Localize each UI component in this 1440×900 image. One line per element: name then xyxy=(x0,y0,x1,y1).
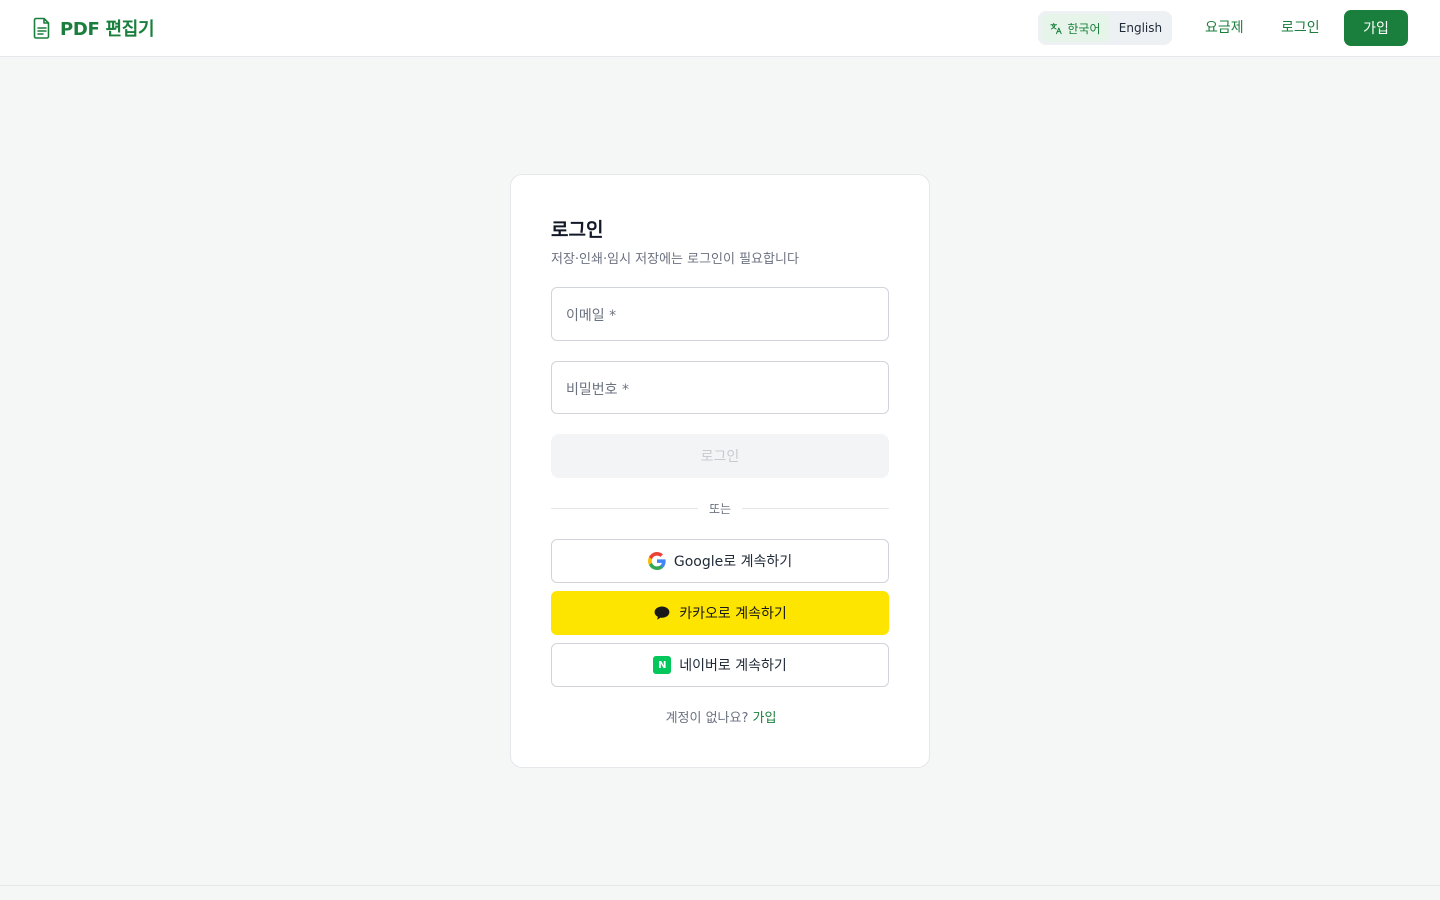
language-switcher: 한국어 English xyxy=(1038,11,1172,45)
top-navigation-bar: PDF 편집기 한국어 English 요금제 로그인 가입 xyxy=(0,0,1440,57)
google-login-label: Google로 계속하기 xyxy=(673,554,793,570)
google-icon xyxy=(647,552,666,570)
kakao-login-label: 카카오로 계속하기 xyxy=(679,606,787,622)
kakao-login-button[interactable]: 카카오로 계속하기 xyxy=(551,591,889,635)
email-field[interactable]: 이메일 * xyxy=(551,287,889,341)
kakao-speech-bubble-icon xyxy=(654,606,670,620)
login-subtitle: 저장·인쇄·임시 저장에는 로그인이 필요합니다 xyxy=(551,252,799,267)
language-option-english[interactable]: English xyxy=(1112,14,1169,42)
translate-icon xyxy=(1050,22,1063,34)
password-field[interactable]: 비밀번호 * xyxy=(551,361,889,414)
language-option-korean[interactable]: 한국어 xyxy=(1041,14,1110,42)
no-account-text: 계정이 없나요? xyxy=(665,711,749,726)
footer-divider xyxy=(0,885,1440,886)
login-title: 로그인 xyxy=(551,219,604,241)
naver-login-label: 네이버로 계속하기 xyxy=(679,658,787,674)
document-icon xyxy=(33,17,50,39)
brand-logo[interactable]: PDF 편집기 xyxy=(33,14,155,42)
nav-pricing-link[interactable]: 요금제 xyxy=(1205,17,1244,37)
brand-name: PDF 편집기 xyxy=(60,19,155,40)
signup-link[interactable]: 가입 xyxy=(753,711,777,726)
or-divider: 또는 xyxy=(551,499,889,517)
no-account-prompt: 계정이 없나요? 가입 xyxy=(511,707,931,726)
password-input[interactable] xyxy=(552,362,888,413)
naver-icon: N xyxy=(653,656,672,674)
login-submit-button[interactable]: 로그인 xyxy=(551,434,889,478)
email-input[interactable] xyxy=(552,288,888,340)
nav-login-link[interactable]: 로그인 xyxy=(1281,17,1320,37)
naver-login-button[interactable]: N 네이버로 계속하기 xyxy=(551,643,889,687)
signup-button[interactable]: 가입 xyxy=(1344,10,1408,46)
language-korean-label: 한국어 xyxy=(1067,21,1101,36)
google-login-button[interactable]: Google로 계속하기 xyxy=(551,539,889,583)
login-card: 로그인 저장·인쇄·임시 저장에는 로그인이 필요합니다 이메일 * 비밀번호 … xyxy=(510,174,930,768)
divider-text: 또는 xyxy=(708,502,732,516)
